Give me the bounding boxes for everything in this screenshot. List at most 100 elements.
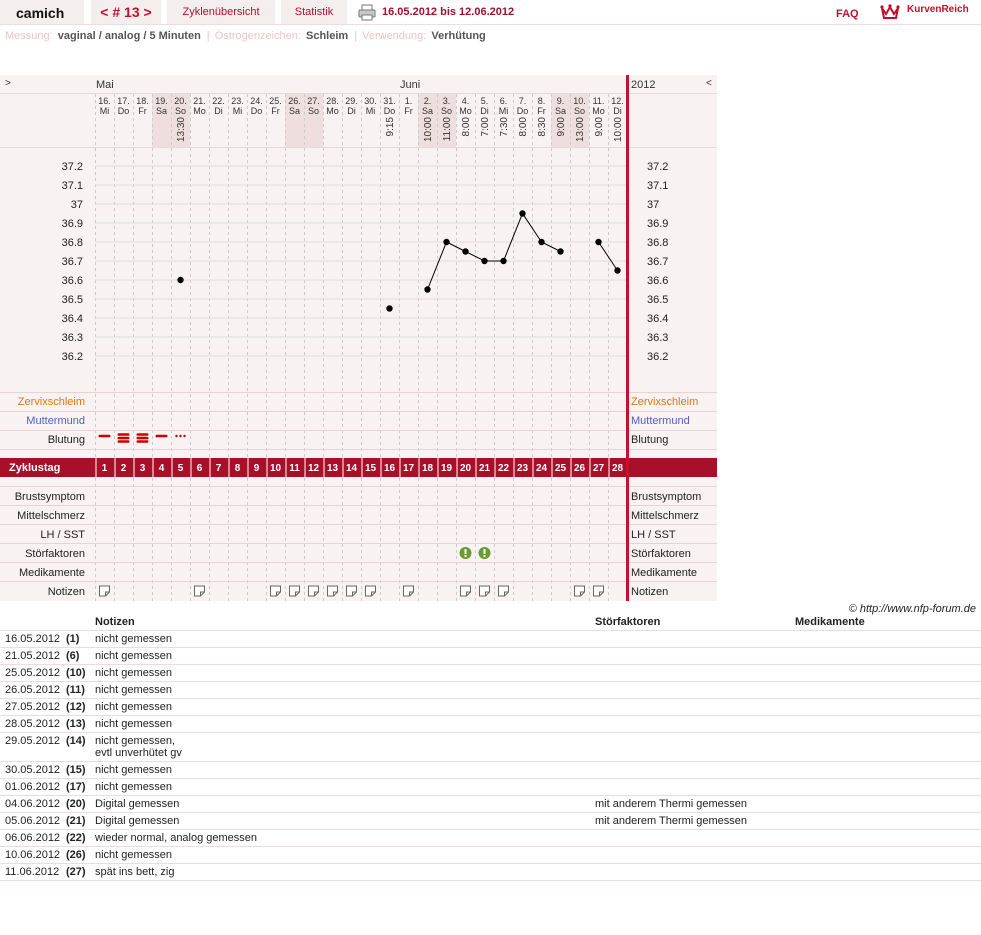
row-medikamente-label: Medikamente	[19, 567, 85, 579]
zyklustag-number: 10	[270, 463, 282, 474]
day-number: 23.	[231, 96, 244, 106]
zyklustag-number: 7	[216, 463, 222, 474]
tab-cycle-overview[interactable]: Zyklenübersicht	[167, 0, 275, 25]
warning-icon-bar	[464, 549, 467, 554]
zyklustag-sep	[323, 458, 325, 477]
note-row: 28.05.2012 (13) nicht gemessen	[0, 715, 981, 733]
weekday-label: Di	[347, 106, 356, 116]
measure-time: 8:30	[537, 117, 548, 137]
y-tick-label-right: 36.2	[647, 351, 668, 363]
note-row: 29.05.2012 (14) nicht gemessen, evtl unverh…	[0, 732, 981, 762]
note-cycle-day: (11)	[66, 681, 95, 699]
weekday-label: Mi	[499, 106, 509, 116]
zyklustag-sep	[418, 458, 420, 477]
weekday-label: Sa	[289, 106, 300, 116]
faq-link[interactable]: FAQ	[836, 8, 859, 20]
weekday-label: Mo	[193, 106, 206, 116]
note-icon[interactable]	[365, 585, 376, 597]
tab-statistics[interactable]: Statistik	[281, 0, 347, 25]
y-tick-label: 36.5	[62, 294, 83, 306]
zyklustag-number: 24	[536, 463, 548, 474]
messung-value: vaginal / analog / 5 Minuten	[57, 30, 201, 42]
row-notizen-label-right: Notizen	[631, 586, 668, 598]
note-stoer	[595, 732, 795, 762]
zyklustag-sep	[304, 458, 306, 477]
note-text: nicht gemessen, evtl unverhütet gv	[95, 732, 595, 762]
note-date: 27.05.2012	[0, 698, 66, 716]
y-tick-label-right: 37.2	[647, 161, 668, 173]
note-icon[interactable]	[346, 585, 357, 597]
zyklustag-sep	[285, 458, 287, 477]
weekday-label: Sa	[422, 106, 433, 116]
temperature-point	[614, 267, 621, 274]
zyklustag-sep	[247, 458, 249, 477]
note-icon[interactable]	[270, 585, 281, 597]
note-date: 05.06.2012	[0, 812, 66, 830]
bleeding-mark	[117, 440, 130, 443]
row-muttermund-label: Muttermund	[26, 415, 85, 427]
verwendung-value: Verhütung	[431, 30, 486, 42]
row-medikamente-label-right: Medikamente	[631, 567, 697, 579]
chart-prev-button[interactable]: >	[5, 78, 11, 89]
zyklustag-number: 5	[178, 463, 184, 474]
zyklustag-number: 20	[460, 463, 472, 474]
note-stoer: mit anderem Thermi gemessen	[595, 812, 795, 830]
note-icon[interactable]	[460, 585, 471, 597]
note-row: 16.05.2012 (1) nicht gemessen	[0, 630, 981, 648]
col-stoerfaktoren: Störfaktoren	[595, 616, 795, 631]
note-icon[interactable]	[194, 585, 205, 597]
temperature-point	[481, 257, 488, 265]
temperature-point	[595, 238, 602, 246]
note-medi	[795, 715, 981, 733]
weekday-label: Sa	[156, 106, 167, 116]
zyklustag-sep	[437, 458, 439, 477]
row-blutung-label-right: Blutung	[631, 434, 668, 446]
zyklustag-number: 9	[254, 463, 260, 474]
day-number: 8.	[538, 96, 546, 106]
note-icon[interactable]	[593, 585, 604, 597]
weekday-label: Fr	[138, 106, 147, 116]
note-icon[interactable]	[308, 585, 319, 597]
temperature-point	[519, 210, 526, 217]
date-range: 16.05.2012 bis 12.06.2012	[382, 6, 515, 18]
measure-time: 13:00	[575, 117, 586, 142]
measure-time: 8:00	[518, 117, 529, 137]
note-icon[interactable]	[479, 585, 490, 597]
day-number: 18.	[136, 96, 149, 106]
note-icon[interactable]	[289, 585, 300, 597]
day-number: 29.	[345, 96, 358, 106]
note-icon[interactable]	[498, 585, 509, 597]
note-row: 11.06.2012 (27) spät ins bett, zig	[0, 863, 981, 881]
notes-table: Notizen Störfaktoren Medikamente 16.05.2…	[0, 616, 981, 881]
crown-logo-icon[interactable]	[880, 2, 900, 22]
note-date: 26.05.2012	[0, 681, 66, 699]
verwendung-label: Verwendung:	[362, 30, 427, 42]
oestrogen-label: Östrogenzeichen:	[214, 30, 301, 42]
note-text: spät ins bett, zig	[95, 863, 595, 881]
y-tick-label-right: 36.3	[647, 332, 668, 344]
bleeding-spotting	[179, 434, 182, 438]
username: camich	[0, 0, 84, 25]
day-number: 21.	[193, 96, 206, 106]
col-notes: Notizen	[95, 616, 595, 631]
note-stoer	[595, 647, 795, 665]
temperature-point	[538, 238, 545, 246]
note-stoer	[595, 829, 795, 847]
note-row: 26.05.2012 (11) nicht gemessen	[0, 681, 981, 699]
y-tick-label: 37.2	[62, 161, 83, 173]
brand-name[interactable]: KurvenReich	[907, 4, 969, 15]
y-tick-label: 36.6	[62, 275, 83, 287]
note-icon[interactable]	[99, 585, 110, 597]
chart-next-button[interactable]: <	[706, 78, 712, 89]
row-notizen-label: Notizen	[48, 586, 85, 598]
note-stoer	[595, 863, 795, 881]
bleeding-mark	[117, 436, 130, 440]
day-number: 5.	[481, 96, 489, 106]
note-icon[interactable]	[574, 585, 585, 597]
note-icon[interactable]	[327, 585, 338, 597]
zyklustag-sep	[494, 458, 496, 477]
cycle-selector[interactable]: < # 13 >	[91, 0, 161, 25]
printer-icon[interactable]	[358, 4, 376, 21]
note-icon[interactable]	[403, 585, 414, 597]
zyklustag-sep	[532, 458, 534, 477]
